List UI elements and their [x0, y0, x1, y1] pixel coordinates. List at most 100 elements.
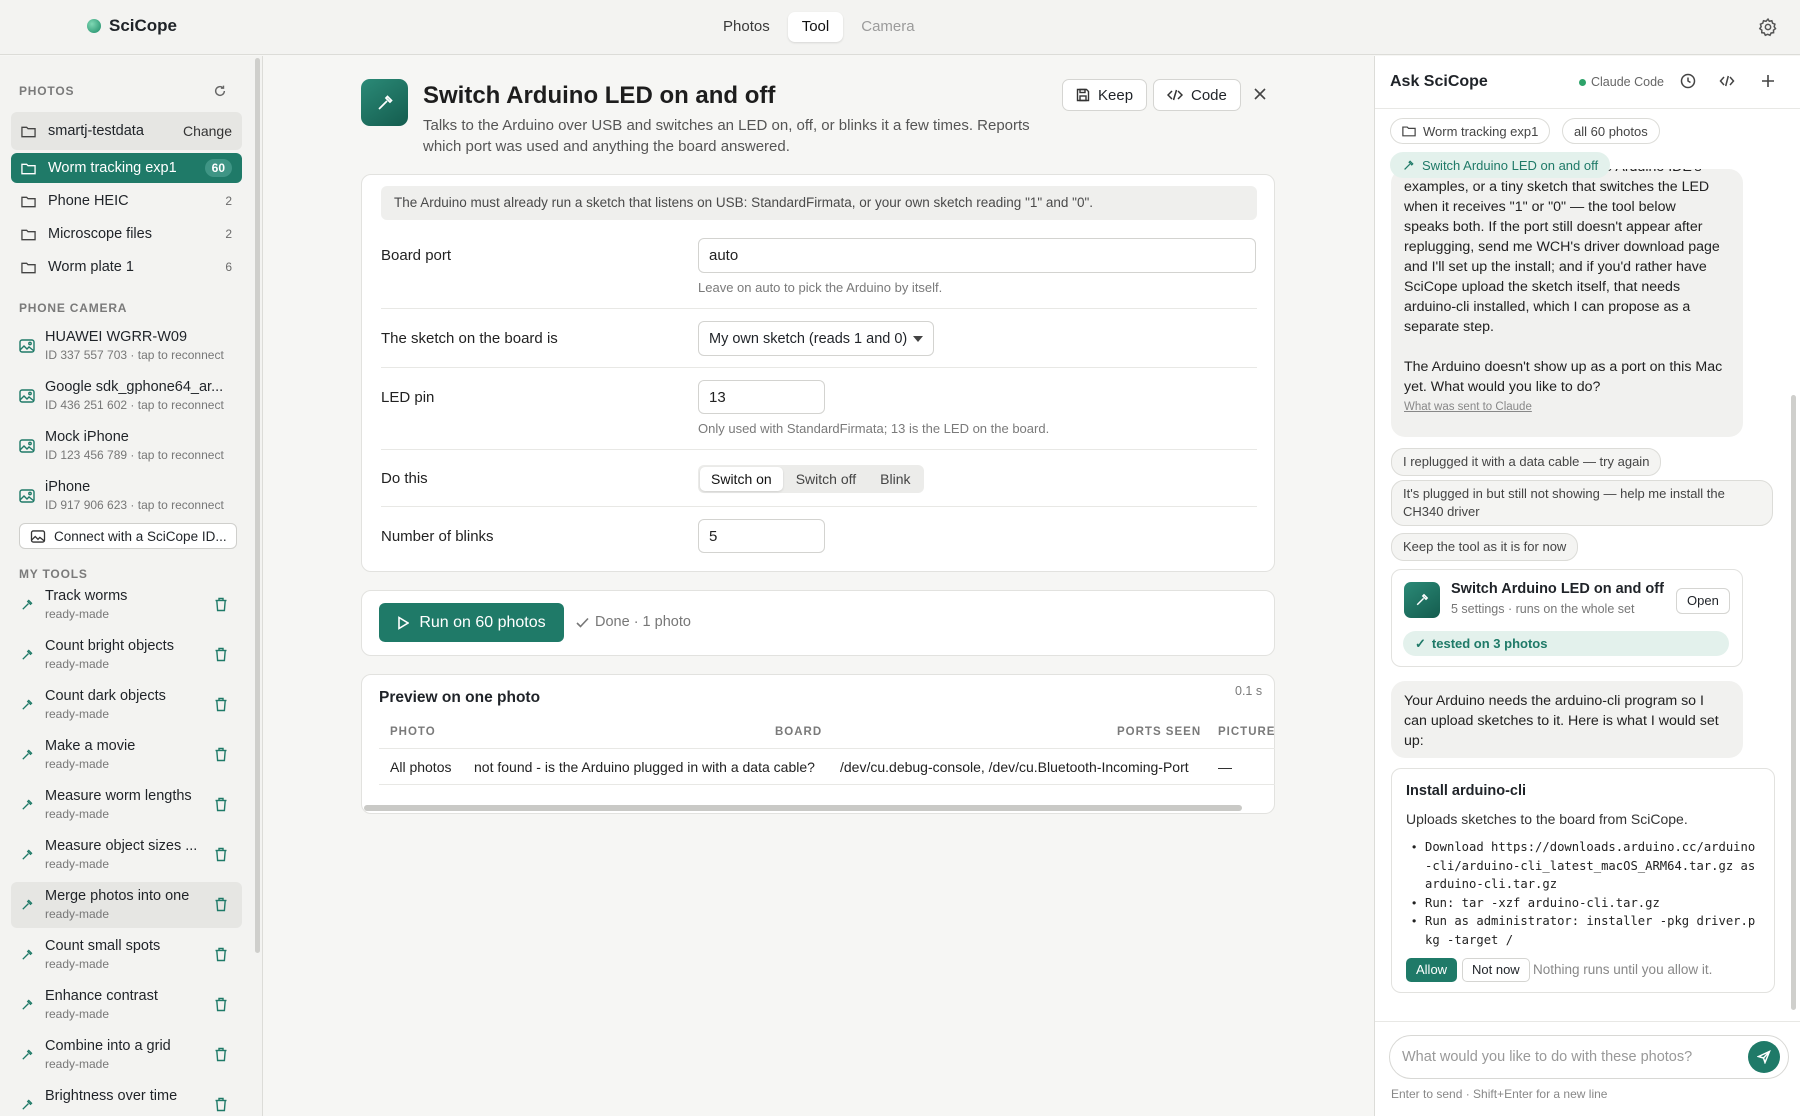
run-button[interactable]: Run on 60 photos — [379, 603, 564, 642]
blinks-input[interactable] — [698, 519, 825, 553]
tested-label: tested on 3 photos — [1431, 636, 1548, 651]
camera-name: iPhone — [45, 479, 91, 495]
suggestion-chip[interactable]: It's plugged in but still not showing — … — [1391, 480, 1773, 526]
tool-item[interactable]: Count dark objects ready-made — [11, 682, 242, 728]
connect-scicope-id-button[interactable]: Connect with a SciCope ID... — [19, 523, 237, 549]
sketch-select[interactable]: My own sketch (reads 1 and 0) — [698, 321, 934, 356]
tab-tool[interactable]: Tool — [787, 12, 844, 42]
plus-icon[interactable] — [1760, 73, 1776, 89]
wand-icon — [22, 899, 33, 910]
folder-item-phone-heic[interactable]: Phone HEIC 2 — [11, 186, 242, 216]
action-switch-on[interactable]: Switch on — [700, 467, 783, 491]
trash-icon[interactable] — [214, 997, 228, 1012]
action-blink[interactable]: Blink — [869, 467, 921, 491]
folder-item-worm-tracking-exp1[interactable]: Worm tracking exp1 60 — [11, 153, 242, 183]
folder-item-microscope-files[interactable]: Microscope files 2 — [11, 219, 242, 249]
tool-item-subtitle: ready-made — [45, 757, 110, 771]
folder-name: Phone HEIC — [48, 193, 129, 209]
context-chip-tool[interactable]: Switch Arduino LED on and off — [1390, 152, 1611, 178]
tool-item[interactable]: Make a movie ready-made — [11, 732, 242, 778]
camera-item[interactable]: HUAWEI WGRR-W09 ID 337 557 703 · tap to … — [19, 329, 244, 369]
message-line: examples, or a tiny sketch that switches… — [1404, 179, 1710, 195]
tool-item[interactable]: Count small spots ready-made — [11, 932, 242, 978]
tool-item[interactable]: Track worms ready-made — [11, 582, 242, 628]
message-input[interactable] — [1402, 1036, 1732, 1078]
context-chip-photos[interactable]: all 60 photos — [1562, 118, 1660, 144]
refresh-icon[interactable] — [213, 84, 227, 98]
suggestion-chip[interactable]: Keep the tool as it is for now — [1391, 533, 1579, 561]
history-icon[interactable] — [1680, 73, 1696, 89]
tool-item-subtitle: ready-made — [45, 657, 110, 671]
trash-icon[interactable] — [214, 947, 228, 962]
tab-photos[interactable]: Photos — [709, 12, 784, 42]
tab-camera[interactable]: Camera — [847, 12, 928, 42]
tool-card-icon — [1404, 582, 1440, 618]
assistant-status-text: Claude Code — [1591, 75, 1664, 89]
trash-icon[interactable] — [214, 1047, 228, 1062]
action-switch-off[interactable]: Switch off — [785, 467, 867, 491]
tool-item-name: Merge photos into one — [45, 888, 190, 904]
wand-icon — [22, 1049, 33, 1060]
folder-icon — [21, 229, 36, 240]
tool-item-subtitle: ready-made — [45, 707, 110, 721]
wand-icon — [22, 999, 33, 1010]
trash-icon[interactable] — [214, 1097, 228, 1112]
folder-icon — [21, 126, 36, 137]
context-chip-folder[interactable]: Worm tracking exp1 — [1390, 118, 1551, 144]
tool-item-subtitle: ready-made — [45, 807, 110, 821]
folder-item-worm-plate-1[interactable]: Worm plate 1 6 — [11, 252, 242, 282]
keep-button[interactable]: Keep — [1062, 79, 1148, 111]
open-tool-button[interactable]: Open — [1676, 588, 1730, 614]
what-was-sent-link[interactable]: What was sent to Claude — [1404, 397, 1730, 417]
tool-item[interactable]: Enhance contrast ready-made — [11, 982, 242, 1028]
trash-icon[interactable] — [214, 647, 228, 662]
gear-icon[interactable] — [1758, 17, 1778, 37]
wand-icon — [22, 599, 33, 610]
tool-item[interactable]: Measure worm lengths ready-made — [11, 782, 242, 828]
column-header-pictures: PICTURES — [1218, 726, 1274, 738]
wand-icon — [22, 749, 33, 760]
camera-item[interactable]: Mock iPhone ID 123 456 789 · tap to reco… — [19, 429, 244, 469]
trash-icon[interactable] — [214, 597, 228, 612]
close-icon[interactable] — [1252, 86, 1268, 102]
message-paragraph: The Arduino doesn't show up as a port on… — [1404, 359, 1723, 395]
trash-icon[interactable] — [214, 797, 228, 812]
folder-icon — [21, 262, 36, 273]
tool-item[interactable]: Merge photos into one ready-made — [11, 882, 242, 928]
tool-item[interactable]: Brightness over time — [11, 1082, 242, 1116]
photos-heading: PHOTOS — [19, 84, 75, 98]
wand-icon — [1416, 593, 1429, 606]
wand-icon — [22, 849, 33, 860]
tool-item[interactable]: Measure object sizes ... ready-made — [11, 832, 242, 878]
trash-icon[interactable] — [214, 697, 228, 712]
table-horizontal-scrollbar[interactable] — [364, 805, 1242, 811]
code-button[interactable]: Code — [1153, 79, 1241, 111]
led-pin-input[interactable] — [698, 380, 825, 414]
trash-icon[interactable] — [214, 897, 228, 912]
camera-item[interactable]: iPhone ID 917 906 623 · tap to reconnect — [19, 479, 244, 519]
message-line: SciCope upload the sketch itself, that n… — [1404, 279, 1681, 295]
app-name: SciCope — [109, 16, 178, 35]
change-storage-button[interactable]: Change — [183, 123, 232, 139]
tool-item[interactable]: Combine into a grid ready-made — [11, 1032, 242, 1078]
action-segmented-control: Switch on Switch off Blink — [698, 465, 924, 493]
camera-item[interactable]: Google sdk_gphone64_ar... ID 436 251 602… — [19, 379, 244, 419]
code-icon[interactable] — [1719, 73, 1735, 89]
storage-location: smartj-testdata Change — [11, 112, 242, 150]
wand-icon — [22, 649, 33, 660]
folder-count: 2 — [225, 227, 232, 241]
image-icon — [30, 529, 46, 543]
tool-item[interactable]: Count bright objects ready-made — [11, 632, 242, 678]
not-now-button[interactable]: Not now — [1462, 958, 1530, 982]
assistant-scrollbar[interactable] — [1791, 395, 1796, 1010]
allow-button[interactable]: Allow — [1406, 958, 1458, 982]
trash-icon[interactable] — [214, 747, 228, 762]
send-button[interactable] — [1748, 1041, 1780, 1073]
suggestion-chip[interactable]: I replugged it with a data cable — try a… — [1391, 448, 1662, 476]
sidebar-scrollbar[interactable] — [255, 58, 260, 953]
board-port-input[interactable] — [698, 238, 1256, 273]
trash-icon[interactable] — [214, 847, 228, 862]
board-port-label: Board port — [381, 247, 452, 264]
tool-item-name: Combine into a grid — [45, 1038, 171, 1054]
column-header-ports-seen: PORTS SEEN — [1117, 726, 1202, 738]
